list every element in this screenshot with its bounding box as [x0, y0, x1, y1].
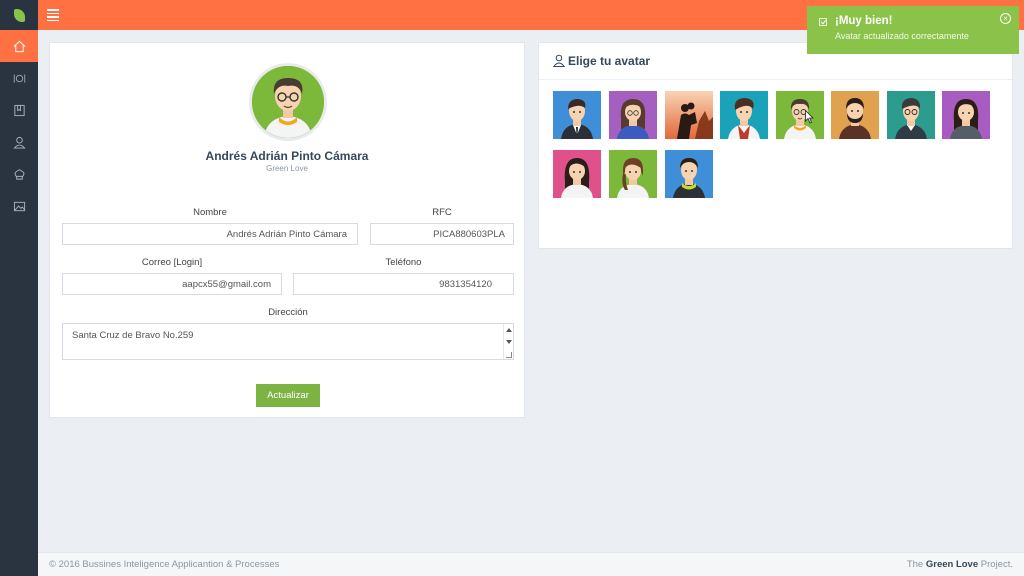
footer-credits-prefix: The — [906, 559, 924, 570]
sidebar-item-home[interactable] — [0, 30, 38, 62]
avatar-option-11[interactable] — [665, 150, 713, 198]
rfc-label: RFC — [432, 207, 452, 218]
rfc-field[interactable]: PICA880603PLA — [370, 223, 514, 245]
woman-pink-avatar-icon — [553, 150, 601, 198]
boy-scarf-avatar-icon — [665, 150, 713, 198]
avatar-option-5[interactable] — [776, 91, 824, 139]
footer-copyright: © 2016 Bussines Inteligence Applicantion… — [49, 559, 280, 570]
nombre-field[interactable]: Andrés Adrián Pinto Cámara — [62, 223, 358, 245]
sidebar-item-user[interactable] — [0, 126, 38, 158]
app-logo[interactable] — [0, 0, 38, 30]
avatar-option-3[interactable] — [665, 91, 713, 139]
resize-grip-icon[interactable] — [506, 352, 512, 358]
footer-credits: The Green Love Project. — [907, 559, 1013, 570]
direccion-label: Dirección — [268, 307, 308, 318]
sidebar-item-gallery[interactable] — [0, 190, 38, 222]
young-man-avatar-icon — [720, 91, 768, 139]
avatar-chooser-panel: Elige tu avatar — [538, 42, 1013, 249]
avatar-panel-title: Elige tu avatar — [568, 54, 651, 68]
leaf-icon — [13, 8, 25, 22]
user-icon — [12, 136, 26, 149]
checkbox-check-icon — [819, 18, 827, 26]
avatar-option-10[interactable] — [609, 150, 657, 198]
current-avatar — [249, 63, 327, 141]
woman-braid-avatar-icon — [609, 150, 657, 198]
address-textarea[interactable]: Santa Cruz de Bravo No.259 — [62, 323, 514, 360]
menu-toggle-icon[interactable] — [47, 9, 59, 21]
update-button[interactable]: Actualizar — [256, 384, 320, 407]
avatar-option-6[interactable] — [831, 91, 879, 139]
avatar-option-1[interactable] — [553, 91, 601, 139]
sidebar-item-chef[interactable] — [0, 158, 38, 190]
footer-brand: Green Love — [925, 559, 979, 570]
man-glasses-avatar-icon — [776, 91, 824, 139]
user-full-name: Andrés Adrián Pinto Cámara — [205, 149, 369, 163]
success-toast: ¡Muy bien! Avatar actualizado correctame… — [807, 6, 1019, 54]
address-value: Santa Cruz de Bravo No.259 — [72, 330, 194, 341]
gallery-icon — [13, 201, 25, 211]
mouse-cursor-icon — [805, 110, 814, 124]
restaurant-icon — [13, 73, 25, 83]
sidebar — [0, 0, 38, 576]
woman-glasses-avatar-icon — [609, 91, 657, 139]
textarea-scrollbar[interactable] — [503, 324, 513, 359]
profile-panel: Andrés Adrián Pinto Cámara Green Love No… — [49, 42, 525, 418]
bearded-man-avatar-icon — [831, 91, 879, 139]
sidebar-item-restaurant[interactable] — [0, 62, 38, 94]
phone-field[interactable]: 9831354120 — [293, 273, 514, 295]
email-field[interactable]: aapcx55@gmail.com — [62, 273, 282, 295]
toast-message: Avatar actualizado correctamente — [835, 31, 969, 41]
user-outline-icon — [553, 54, 565, 67]
nombre-label: Nombre — [193, 207, 227, 218]
home-icon — [13, 40, 25, 52]
man-glasses-avatar-icon — [252, 66, 324, 138]
scroll-up-icon[interactable] — [506, 328, 512, 332]
sidebar-item-book[interactable] — [0, 94, 38, 126]
scroll-down-icon[interactable] — [506, 340, 512, 344]
avatar-option-4[interactable] — [720, 91, 768, 139]
book-icon — [13, 104, 25, 116]
telefono-label: Teléfono — [385, 257, 422, 268]
man-suit-avatar-icon — [553, 91, 601, 139]
avatar-option-9[interactable] — [553, 150, 601, 198]
avatar-option-2[interactable] — [609, 91, 657, 139]
toast-title: ¡Muy bien! — [835, 15, 893, 27]
woman-dark-hair-avatar-icon — [942, 91, 990, 139]
couple-silhouette-avatar-icon — [665, 91, 713, 139]
user-organization: Green Love — [266, 164, 308, 173]
man-glasses-beard-avatar-icon — [887, 91, 935, 139]
footer-credits-suffix: Project. — [980, 559, 1013, 570]
chef-hat-icon — [14, 168, 24, 180]
footer: © 2016 Bussines Inteligence Applicantion… — [38, 552, 1024, 576]
close-icon[interactable]: × — [1000, 13, 1011, 24]
avatar-option-7[interactable] — [887, 91, 935, 139]
avatar-option-8[interactable] — [942, 91, 990, 139]
correo-label: Correo [Login] — [141, 257, 203, 268]
